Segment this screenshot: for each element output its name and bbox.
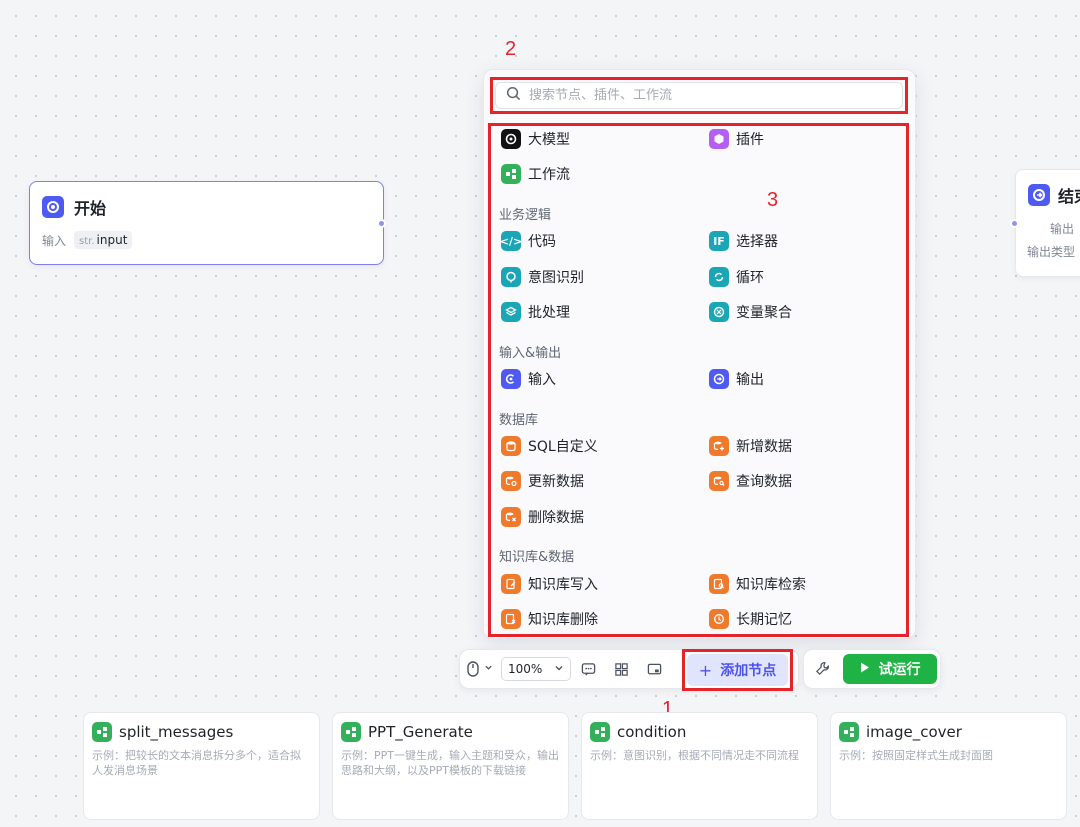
template-title: split_messages [119,723,234,741]
llm-icon [501,129,521,149]
mouse-mode-icon[interactable] [467,661,479,677]
database-query-icon [709,471,729,491]
end-node-row-output-type: 输出类型 [1027,245,1076,259]
database-delete-icon [501,507,521,527]
end-node-icon [1028,184,1050,206]
output-icon [709,369,729,389]
plus-icon: + [698,660,713,680]
memory-icon [709,609,729,629]
add-node-label: 添加节点 [720,663,777,679]
play-icon [860,661,870,677]
node-item-add-data[interactable]: 新增数据 [709,436,792,456]
start-node-output-port[interactable] [377,219,386,228]
kb-delete-icon [501,609,521,629]
start-node-icon [42,196,64,218]
template-card[interactable]: split_messages 示例：把较长的文本消息拆分多个，适合拟人发消息场景 [83,712,320,820]
node-item-query-data[interactable]: 查询数据 [709,471,792,491]
code-icon: </> [500,231,522,251]
node-item-input[interactable]: 输入 [501,369,556,389]
node-item-batch[interactable]: 批处理 [501,302,570,322]
start-node[interactable]: 开始 输入 str. input [29,181,384,265]
section-title-database: 数据库 [499,413,539,428]
node-item-loop[interactable]: 循环 [709,267,764,287]
aggregate-icon [709,302,729,322]
node-item-kb-search[interactable]: 知识库检索 [709,574,806,594]
auto-layout-icon[interactable] [614,662,629,677]
intent-icon [501,267,521,287]
workflow-icon [501,164,521,184]
input-icon [501,369,521,389]
annotation-3: 3 [767,189,779,211]
node-search-box[interactable] [495,82,903,109]
node-search-input[interactable] [529,88,902,103]
workflow-icon [92,722,112,742]
start-node-title: 开始 [74,199,107,218]
kb-search-icon [709,574,729,594]
section-title-knowledge: 知识库&数据 [499,550,575,565]
end-node-row-output: 输出 [1050,222,1075,236]
node-item-selector[interactable]: IF 选择器 [709,231,778,251]
section-title-business-logic: 业务逻辑 [499,208,552,223]
node-item-long-term-memory[interactable]: 长期记忆 [709,609,792,629]
template-card[interactable]: condition 示例：意图识别，根据不同情况走不同流程 [581,712,818,820]
search-highlight-box [490,77,908,114]
section-title-input-output: 输入&输出 [499,346,562,361]
test-run-button[interactable]: 试运行 [843,654,937,684]
end-node[interactable]: 结束 输出 输出类型 [1015,169,1080,277]
node-item-delete-data[interactable]: 删除数据 [501,507,584,527]
loop-icon [709,267,729,287]
template-description: 示例：意图识别，根据不同情况走不同流程 [590,749,799,762]
add-node-highlight-box: + 添加节点 [682,649,793,691]
workflow-icon [839,722,859,742]
node-item-llm[interactable]: 大模型 [501,129,570,149]
search-icon [506,86,521,105]
wrench-icon[interactable] [815,661,830,676]
kb-write-icon [501,574,521,594]
database-update-icon [501,471,521,491]
template-description: 示例：PPT一键生成，输入主题和受众，输出思路和大纲，以及PPT模板的下载链接 [341,749,559,777]
workflow-icon [341,722,361,742]
template-description: 示例：按照固定样式生成封面图 [839,749,993,762]
node-item-sql-custom[interactable]: SQL自定义 [501,436,598,456]
start-node-field-label: 输入 [42,233,67,248]
batch-icon [501,302,521,322]
chevron-down-icon[interactable] [484,663,493,672]
template-description: 示例：把较长的文本消息拆分多个，适合拟人发消息场景 [92,749,301,777]
plugin-icon [709,129,729,149]
workflow-icon [590,722,610,742]
end-node-title: 结束 [1058,187,1080,206]
template-title: condition [617,723,687,741]
test-run-label: 试运行 [878,662,921,678]
comment-icon[interactable] [581,662,596,677]
template-title: image_cover [866,723,962,741]
template-card[interactable]: PPT_Generate 示例：PPT一键生成，输入主题和受众，输出思路和大纲，… [332,712,569,820]
node-item-intent[interactable]: 意图识别 [501,267,584,287]
minimap-icon[interactable] [647,662,662,677]
if-icon: IF [709,231,729,251]
template-title: PPT_Generate [368,723,473,741]
node-item-kb-write[interactable]: 知识库写入 [501,574,598,594]
annotation-2: 2 [505,38,517,60]
add-node-button[interactable]: + 添加节点 [687,654,788,686]
node-item-output[interactable]: 输出 [709,369,764,389]
node-item-workflow[interactable]: 工作流 [501,164,570,184]
zoom-select[interactable]: 100% [501,657,571,681]
node-item-code[interactable]: </> 代码 [500,231,556,251]
node-item-variable-aggregate[interactable]: 变量聚合 [709,302,792,322]
database-icon [501,436,521,456]
end-node-input-port[interactable] [1010,219,1019,228]
node-item-plugin[interactable]: 插件 [709,129,764,149]
zoom-chevron-down-icon [554,662,564,676]
database-add-icon [709,436,729,456]
node-item-update-data[interactable]: 更新数据 [501,471,584,491]
input-variable-tag: str. input [74,231,133,249]
zoom-value: 100% [508,662,543,676]
node-item-kb-delete[interactable]: 知识库删除 [501,609,598,629]
template-card[interactable]: image_cover 示例：按照固定样式生成封面图 [830,712,1067,820]
